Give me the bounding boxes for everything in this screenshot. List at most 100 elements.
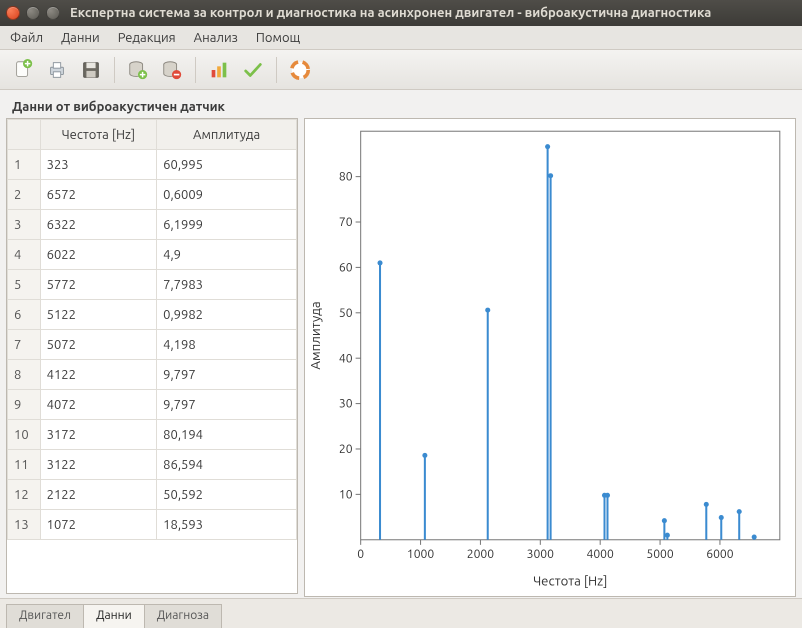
check-icon[interactable] <box>238 55 268 85</box>
cell-freq[interactable]: 6572 <box>40 180 157 210</box>
table-row[interactable]: 750724,198 <box>8 330 297 360</box>
cell-freq[interactable]: 5772 <box>40 270 157 300</box>
svg-text:Амплитуда: Амплитуда <box>309 301 323 369</box>
cell-amp[interactable]: 18,593 <box>157 510 297 540</box>
row-index: 9 <box>8 390 41 420</box>
database-remove-icon[interactable] <box>157 55 187 85</box>
content: Данни от виброакустичен датчик Честота [… <box>0 90 802 598</box>
svg-text:0: 0 <box>357 548 364 561</box>
print-icon[interactable] <box>42 55 72 85</box>
cell-amp[interactable]: 4,9 <box>157 240 297 270</box>
cell-amp[interactable]: 0,6009 <box>157 180 297 210</box>
cell-amp[interactable]: 4,198 <box>157 330 297 360</box>
svg-text:80: 80 <box>339 171 353 184</box>
close-icon[interactable] <box>6 6 20 20</box>
help-icon[interactable] <box>285 55 315 85</box>
cell-amp[interactable]: 7,7983 <box>157 270 297 300</box>
row-index: 12 <box>8 480 41 510</box>
svg-text:60: 60 <box>339 261 353 274</box>
right-panel: . 10203040506070800100020003000400050006… <box>304 96 796 594</box>
new-icon[interactable] <box>8 55 38 85</box>
row-index: 8 <box>8 360 41 390</box>
col-amp[interactable]: Амплитуда <box>157 120 297 150</box>
cell-amp[interactable]: 50,592 <box>157 480 297 510</box>
footer-tabs: Двигател Данни Диагноза <box>0 598 802 628</box>
cell-freq[interactable]: 5072 <box>40 330 157 360</box>
menu-edit[interactable]: Редакция <box>118 31 176 45</box>
col-freq[interactable]: Честота [Hz] <box>40 120 157 150</box>
table-row[interactable]: 132360,995 <box>8 150 297 180</box>
menu-file[interactable]: Файл <box>10 31 43 45</box>
row-index: 2 <box>8 180 41 210</box>
svg-text:3000: 3000 <box>527 548 555 561</box>
row-header-blank <box>8 120 41 150</box>
svg-text:6000: 6000 <box>706 548 734 561</box>
database-add-icon[interactable] <box>123 55 153 85</box>
left-panel: Данни от виброакустичен датчик Честота [… <box>6 96 298 594</box>
cell-amp[interactable]: 80,194 <box>157 420 297 450</box>
cell-amp[interactable]: 60,995 <box>157 150 297 180</box>
cell-amp[interactable]: 9,797 <box>157 360 297 390</box>
toolbar-separator <box>114 57 115 83</box>
panel-header: Данни от виброакустичен датчик <box>6 96 298 118</box>
chart[interactable]: 1020304050607080010002000300040005000600… <box>304 118 796 597</box>
menu-help[interactable]: Помощ <box>256 31 300 45</box>
row-index: 7 <box>8 330 41 360</box>
table-row[interactable]: 10317280,194 <box>8 420 297 450</box>
data-table[interactable]: Честота [Hz] Амплитуда 132360,995265720,… <box>6 118 298 594</box>
row-index: 1 <box>8 150 41 180</box>
row-index: 5 <box>8 270 41 300</box>
row-index: 3 <box>8 210 41 240</box>
table-row[interactable]: 651220,9982 <box>8 300 297 330</box>
row-index: 11 <box>8 450 41 480</box>
cell-freq[interactable]: 2122 <box>40 480 157 510</box>
chart-icon[interactable] <box>204 55 234 85</box>
svg-text:2000: 2000 <box>467 548 495 561</box>
cell-freq[interactable]: 1072 <box>40 510 157 540</box>
menu-analysis[interactable]: Анализ <box>194 31 238 45</box>
row-index: 10 <box>8 420 41 450</box>
row-index: 13 <box>8 510 41 540</box>
cell-amp[interactable]: 0,9982 <box>157 300 297 330</box>
svg-text:4000: 4000 <box>586 548 614 561</box>
cell-freq[interactable]: 3172 <box>40 420 157 450</box>
toolbar-separator <box>276 57 277 83</box>
save-icon[interactable] <box>76 55 106 85</box>
svg-text:20: 20 <box>339 443 353 456</box>
table-row[interactable]: 13107218,593 <box>8 510 297 540</box>
cell-freq[interactable]: 323 <box>40 150 157 180</box>
cell-freq[interactable]: 3122 <box>40 450 157 480</box>
tab-diagnosis[interactable]: Диагноза <box>144 604 222 628</box>
window-controls <box>6 6 60 20</box>
table-row[interactable]: 363226,1999 <box>8 210 297 240</box>
table-row[interactable]: 841229,797 <box>8 360 297 390</box>
menubar: Файл Данни Редакция Анализ Помощ <box>0 26 802 50</box>
cell-amp[interactable]: 9,797 <box>157 390 297 420</box>
minimize-icon[interactable] <box>26 6 40 20</box>
cell-freq[interactable]: 4122 <box>40 360 157 390</box>
titlebar: Експертна система за контрол и диагности… <box>0 0 802 26</box>
svg-text:40: 40 <box>339 352 353 365</box>
maximize-icon[interactable] <box>46 6 60 20</box>
menu-data[interactable]: Данни <box>61 31 100 45</box>
table-row[interactable]: 557727,7983 <box>8 270 297 300</box>
table-row[interactable]: 940729,797 <box>8 390 297 420</box>
svg-text:30: 30 <box>339 398 353 411</box>
table-row[interactable]: 12212250,592 <box>8 480 297 510</box>
table-row[interactable]: 265720,6009 <box>8 180 297 210</box>
svg-text:Честота [Hz]: Честота [Hz] <box>533 575 607 589</box>
cell-freq[interactable]: 4072 <box>40 390 157 420</box>
tab-data[interactable]: Данни <box>83 604 145 628</box>
cell-freq[interactable]: 6022 <box>40 240 157 270</box>
tab-engine[interactable]: Двигател <box>6 604 84 628</box>
table-row[interactable]: 460224,9 <box>8 240 297 270</box>
cell-freq[interactable]: 5122 <box>40 300 157 330</box>
table-row[interactable]: 11312286,594 <box>8 450 297 480</box>
cell-amp[interactable]: 86,594 <box>157 450 297 480</box>
cell-amp[interactable]: 6,1999 <box>157 210 297 240</box>
svg-text:50: 50 <box>339 307 353 320</box>
cell-freq[interactable]: 6322 <box>40 210 157 240</box>
svg-text:10: 10 <box>339 488 353 501</box>
svg-text:1000: 1000 <box>407 548 435 561</box>
toolbar-separator <box>195 57 196 83</box>
